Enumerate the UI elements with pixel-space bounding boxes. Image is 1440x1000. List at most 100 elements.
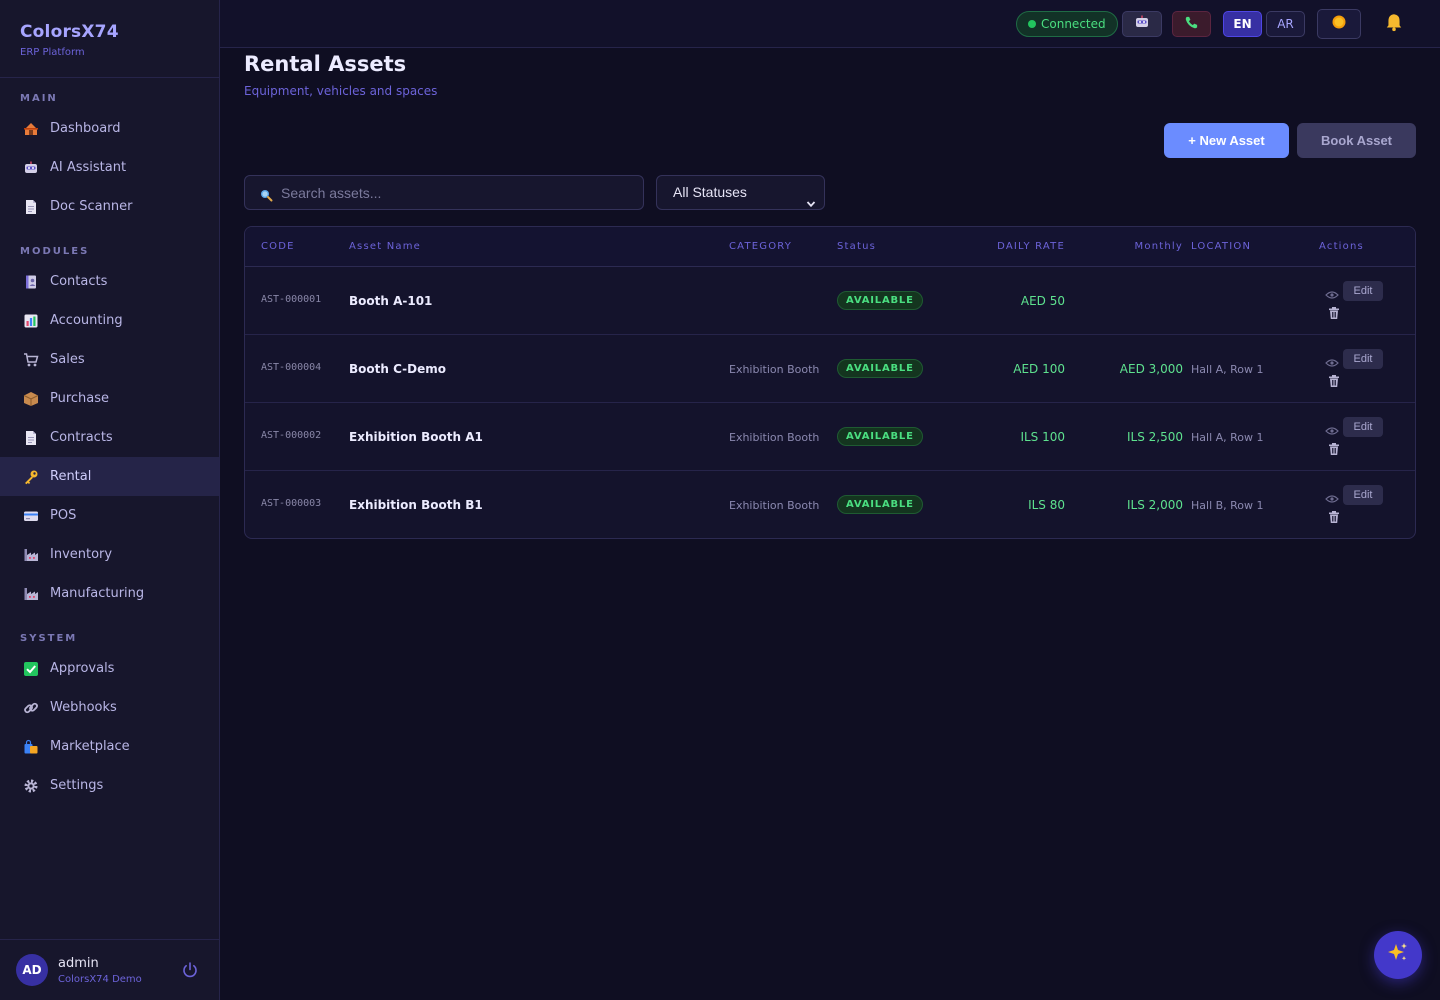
- asset-code: AST-000002: [261, 430, 322, 441]
- house-icon: [22, 120, 40, 138]
- sidebar-item-label: Settings: [50, 778, 104, 793]
- ai-assistant-button[interactable]: [1122, 11, 1162, 37]
- sidebar-item-label: Doc Scanner: [50, 199, 133, 214]
- sun-icon: [1330, 13, 1348, 35]
- user-org: ColorsX74 Demo: [58, 973, 142, 985]
- trash-icon[interactable]: [1327, 509, 1341, 523]
- language-en-button[interactable]: EN: [1223, 11, 1262, 37]
- section-label-system: SYSTEM: [20, 633, 78, 644]
- page-title: Rental Assets: [244, 52, 407, 76]
- trash-icon[interactable]: [1327, 305, 1341, 319]
- sidebar-item-approvals[interactable]: Approvals: [0, 649, 219, 688]
- sidebar-item-contracts[interactable]: Contracts: [0, 418, 219, 457]
- credit-card-icon: [22, 507, 40, 525]
- bell-icon: [1384, 12, 1404, 36]
- sidebar-item-settings[interactable]: Settings: [0, 766, 219, 805]
- power-icon[interactable]: [181, 961, 199, 979]
- user-profile[interactable]: AD admin ColorsX74 Demo: [0, 939, 219, 1000]
- link-icon: [22, 699, 40, 717]
- ai-sparkle-button[interactable]: [1374, 931, 1422, 979]
- new-asset-button[interactable]: + New Asset: [1164, 123, 1289, 158]
- sidebar-item-purchase[interactable]: Purchase: [0, 379, 219, 418]
- asset-location: Hall A, Row 1: [1191, 431, 1264, 444]
- sidebar-item-label: Approvals: [50, 661, 115, 676]
- gear-icon: [22, 777, 40, 795]
- brand-title: ColorsX74: [20, 22, 119, 42]
- sidebar-item-doc-scanner[interactable]: Doc Scanner: [0, 187, 219, 226]
- status-filter-select[interactable]: All Statuses: [656, 175, 825, 210]
- sidebar-item-rental[interactable]: Rental: [0, 457, 219, 496]
- document-icon: [22, 429, 40, 447]
- sidebar-item-label: Marketplace: [50, 739, 130, 754]
- asset-name: Booth A-101: [349, 294, 433, 308]
- notifications-button[interactable]: [1382, 11, 1406, 37]
- edit-button[interactable]: Edit: [1343, 281, 1383, 301]
- book-asset-button[interactable]: Book Asset: [1297, 123, 1416, 158]
- asset-category: Exhibition Booth: [729, 499, 820, 512]
- page-subtitle: Equipment, vehicles and spaces: [244, 84, 438, 98]
- sidebar-item-label: AI Assistant: [50, 160, 127, 175]
- eye-icon[interactable]: [1325, 285, 1339, 299]
- sidebar-item-label: Dashboard: [50, 121, 121, 136]
- eye-icon[interactable]: [1325, 421, 1339, 435]
- column-header-status: Status: [837, 241, 877, 252]
- asset-code: AST-000001: [261, 294, 322, 305]
- table-row[interactable]: AST-000001 Booth A-101 AVAILABLE AED 50 …: [245, 267, 1415, 335]
- status-badge: AVAILABLE: [837, 291, 923, 310]
- package-icon: [22, 390, 40, 408]
- sidebar-item-label: Purchase: [50, 391, 110, 406]
- asset-code: AST-000003: [261, 498, 322, 509]
- edit-button[interactable]: Edit: [1343, 417, 1383, 437]
- call-button[interactable]: [1172, 11, 1211, 37]
- sidebar-item-sales[interactable]: Sales: [0, 340, 219, 379]
- trash-icon[interactable]: [1327, 441, 1341, 455]
- edit-button[interactable]: Edit: [1343, 485, 1383, 505]
- eye-icon[interactable]: [1325, 489, 1339, 503]
- edit-button[interactable]: Edit: [1343, 349, 1383, 369]
- sidebar-item-label: Contacts: [50, 274, 108, 289]
- table-row[interactable]: AST-000004 Booth C-Demo Exhibition Booth…: [245, 335, 1415, 403]
- daily-rate: ILS 80: [1028, 498, 1065, 512]
- status-badge: AVAILABLE: [837, 427, 923, 446]
- connection-status-label: Connected: [1041, 17, 1106, 31]
- section-label-modules: MODULES: [20, 246, 90, 257]
- sidebar-item-dashboard[interactable]: Dashboard: [0, 109, 219, 148]
- column-header-asset-name: Asset Name: [349, 241, 422, 252]
- column-header-location: LOCATION: [1191, 241, 1252, 252]
- sidebar-item-ai-assistant[interactable]: AI Assistant: [0, 148, 219, 187]
- address-book-icon: [22, 273, 40, 291]
- sidebar-item-webhooks[interactable]: Webhooks: [0, 688, 219, 727]
- sidebar-item-label: Accounting: [50, 313, 123, 328]
- asset-name: Exhibition Booth B1: [349, 498, 483, 512]
- monthly-rate: ILS 2,000: [1126, 498, 1183, 512]
- search-input[interactable]: [281, 176, 631, 209]
- asset-name: Booth C-Demo: [349, 362, 447, 376]
- sidebar-item-contacts[interactable]: Contacts: [0, 262, 219, 301]
- theme-toggle-button[interactable]: [1317, 9, 1361, 39]
- asset-category: Exhibition Booth: [729, 363, 820, 376]
- chevron-down-icon: [806, 188, 816, 208]
- asset-category: Exhibition Booth: [729, 431, 820, 444]
- sidebar-item-pos[interactable]: POS: [0, 496, 219, 535]
- language-ar-button[interactable]: AR: [1266, 11, 1305, 37]
- daily-rate: AED 50: [1020, 294, 1065, 308]
- table-row[interactable]: AST-000003 Exhibition Booth B1 Exhibitio…: [245, 471, 1415, 538]
- table-row[interactable]: AST-000002 Exhibition Booth A1 Exhibitio…: [245, 403, 1415, 471]
- monthly-rate: ILS 2,500: [1126, 430, 1183, 444]
- sidebar-item-label: Sales: [50, 352, 85, 367]
- trash-icon[interactable]: [1327, 373, 1341, 387]
- cart-icon: [22, 351, 40, 369]
- sidebar-item-inventory[interactable]: Inventory: [0, 535, 219, 574]
- sidebar-item-accounting[interactable]: Accounting: [0, 301, 219, 340]
- asset-name: Exhibition Booth A1: [349, 430, 483, 444]
- column-header-category: CATEGORY: [729, 241, 793, 252]
- sidebar-item-manufacturing[interactable]: Manufacturing: [0, 574, 219, 613]
- eye-icon[interactable]: [1325, 353, 1339, 367]
- sidebar-item-label: Contracts: [50, 430, 113, 445]
- sidebar-item-marketplace[interactable]: Marketplace: [0, 727, 219, 766]
- sidebar-item-label: Inventory: [50, 547, 113, 562]
- column-header-actions: Actions: [1319, 241, 1364, 252]
- daily-rate: ILS 100: [1020, 430, 1065, 444]
- topbar: Connected EN AR: [220, 0, 1440, 48]
- robot-icon: [1134, 14, 1150, 34]
